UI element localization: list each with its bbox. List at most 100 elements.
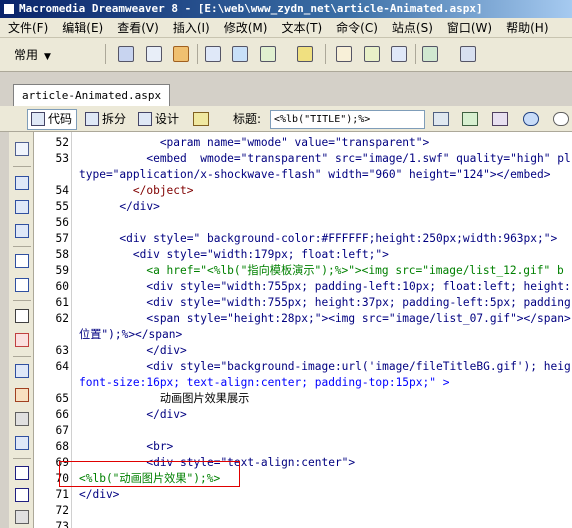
line-number: 63 — [55, 344, 69, 357]
line-number: 52 — [55, 136, 69, 149]
open-documents-icon[interactable] — [15, 142, 29, 156]
code-line[interactable]: </div> — [79, 199, 159, 215]
menu-site[interactable]: 站点(S) — [384, 18, 439, 38]
code-line-wrap[interactable]: type="application/x-shockwave-flash" wid… — [79, 167, 550, 183]
file-management-icon[interactable] — [433, 112, 449, 126]
menu-commands[interactable]: 命令(C) — [328, 18, 384, 38]
server-side-include-icon[interactable] — [364, 46, 380, 62]
code-line[interactable]: <div style=" background-color:#FFFFFF;he… — [79, 231, 557, 247]
line-number: 65 — [55, 392, 69, 405]
split-view-label: 拆分 — [102, 112, 127, 126]
annotation-highlight-box — [59, 461, 240, 487]
menu-window[interactable]: 窗口(W) — [439, 18, 498, 38]
window-title: Macromedia Dreamweaver 8 - [E:\web\www_z… — [19, 2, 483, 15]
menu-bar: 文件(F) 编辑(E) 查看(V) 插入(I) 修改(M) 文本(T) 命令(C) 站点(S)… — [0, 18, 572, 38]
insert-category-dropdown[interactable]: 常用 ▼ — [14, 46, 51, 63]
line-number: 56 — [55, 216, 69, 229]
menu-text[interactable]: 文本(T) — [273, 18, 328, 38]
line-numbers-icon[interactable] — [15, 309, 29, 323]
line-number: 62 — [55, 312, 69, 325]
toolbar-grip[interactable] — [0, 132, 9, 528]
document-toolbar: 代码 拆分 设计 标题: <%lb("TITLE");%> — [0, 106, 572, 132]
toolbar-separator — [197, 44, 198, 64]
hyperlink-icon[interactable] — [118, 46, 134, 62]
indent-code-icon[interactable] — [15, 466, 29, 480]
remove-comment-icon[interactable] — [15, 388, 29, 402]
line-number: 66 — [55, 408, 69, 421]
select-parent-tag-icon[interactable] — [15, 254, 29, 268]
window-titlebar: Macromedia Dreamweaver 8 - [E:\web\www_z… — [0, 0, 572, 18]
menu-modify[interactable]: 修改(M) — [216, 18, 274, 38]
code-line[interactable]: <a href="<%lb("指向模板演示");%>"><img src="im… — [79, 263, 563, 279]
menu-insert[interactable]: 插入(I) — [165, 18, 216, 38]
code-line[interactable]: <param name="wmode" value="transparent"> — [79, 135, 429, 151]
code-line-wrap[interactable]: font-size:16px; text-align:center; paddi… — [79, 375, 449, 391]
menu-help[interactable]: 帮助(H) — [498, 18, 554, 38]
code-line[interactable]: <br> — [79, 439, 173, 455]
table-icon[interactable] — [205, 46, 221, 62]
visual-aids-icon[interactable] — [553, 112, 569, 126]
menu-file[interactable]: 文件(F) — [0, 18, 54, 38]
preview-in-browser-icon[interactable] — [462, 112, 478, 126]
document-tab[interactable]: article-Animated.aspx — [13, 84, 171, 106]
menu-view[interactable]: 查看(V) — [109, 18, 165, 38]
balance-braces-icon[interactable] — [15, 278, 29, 292]
insert-category-label: 常用 — [14, 48, 39, 62]
apply-comment-icon[interactable] — [15, 364, 29, 378]
design-view-icon — [138, 112, 152, 126]
split-view-button[interactable]: 拆分 — [81, 109, 131, 130]
refresh-icon[interactable] — [492, 112, 508, 126]
line-number: 58 — [55, 248, 69, 261]
code-line[interactable]: <div style="width:179px; float:left;"> — [79, 247, 389, 263]
named-anchor-icon[interactable] — [173, 46, 189, 62]
image-icon[interactable] — [260, 46, 276, 62]
line-number: 57 — [55, 232, 69, 245]
line-number: 59 — [55, 264, 69, 277]
outdent-code-icon[interactable] — [15, 488, 29, 502]
toolbar-separator — [13, 458, 31, 459]
toolbar-separator — [13, 300, 31, 301]
line-number: 73 — [55, 520, 69, 528]
email-link-icon[interactable] — [146, 46, 162, 62]
toolbar-separator — [13, 246, 31, 247]
tag-chooser-icon[interactable] — [460, 46, 476, 62]
line-number: 54 — [55, 184, 69, 197]
wrap-tag-icon[interactable] — [15, 412, 29, 426]
code-line[interactable]: <div style="width:755px; padding-left:10… — [79, 279, 570, 295]
code-line[interactable]: <span style="height:28px;"><img src="ima… — [79, 311, 570, 327]
menu-edit[interactable]: 编辑(E) — [54, 18, 109, 38]
code-view-button[interactable]: 代码 — [27, 109, 78, 130]
code-line[interactable]: <div style="background-image:url('image/… — [79, 359, 570, 375]
collapse-selection-icon[interactable] — [15, 200, 29, 214]
code-line[interactable]: <div style="width:755px; height:37px; pa… — [79, 295, 570, 311]
code-line-wrap[interactable]: 位置");%></span> — [79, 327, 182, 343]
view-options-globe-icon[interactable] — [523, 112, 539, 126]
line-number: 64 — [55, 360, 69, 373]
code-line[interactable]: 动画图片效果展示 — [79, 391, 250, 407]
date-icon[interactable] — [336, 46, 352, 62]
comment-icon[interactable] — [391, 46, 407, 62]
layer-icon[interactable] — [232, 46, 248, 62]
media-icon[interactable] — [297, 46, 313, 62]
code-line[interactable]: </object> — [79, 183, 194, 199]
code-line[interactable]: </div> — [79, 487, 119, 503]
design-view-button[interactable]: 设计 — [134, 109, 184, 130]
toolbar-separator — [13, 166, 31, 167]
recent-snippets-icon[interactable] — [15, 436, 29, 450]
highlight-invalid-code-icon[interactable] — [15, 333, 29, 347]
split-view-icon — [85, 112, 99, 126]
live-data-icon[interactable] — [193, 112, 209, 126]
title-input[interactable]: <%lb("TITLE");%> — [270, 110, 425, 129]
toolbar-separator — [13, 356, 31, 357]
toolbar-separator — [325, 44, 326, 64]
document-tab-strip: article-Animated.aspx — [0, 72, 572, 106]
collapse-full-tag-icon[interactable] — [15, 176, 29, 190]
format-source-code-icon[interactable] — [15, 510, 29, 524]
code-line[interactable]: <embed wmode="transparent" src="image/1.… — [79, 151, 570, 167]
dreamweaver-app-icon — [3, 3, 15, 15]
expand-all-icon[interactable] — [15, 224, 29, 238]
title-label: 标题: — [233, 112, 262, 126]
templates-icon[interactable] — [422, 46, 438, 62]
code-line[interactable]: </div> — [79, 343, 186, 359]
code-line[interactable]: </div> — [79, 407, 186, 423]
